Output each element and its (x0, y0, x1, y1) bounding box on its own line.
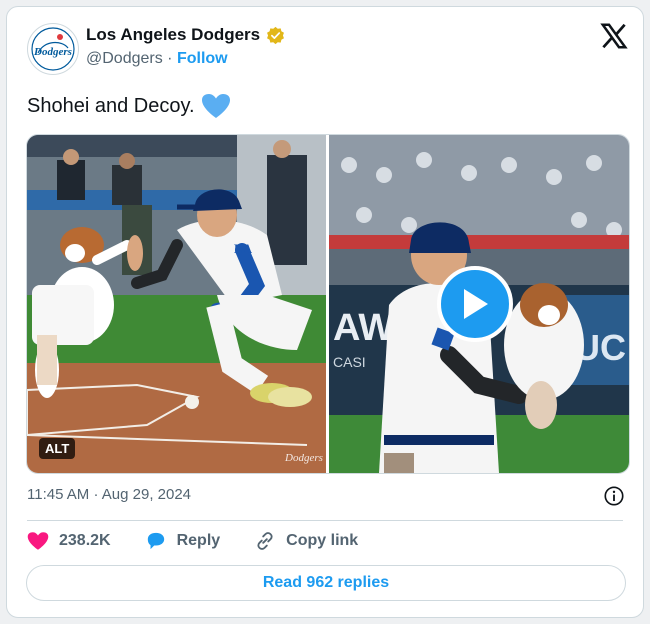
x-logo-icon[interactable] (599, 21, 629, 51)
dodgers-avatar[interactable]: Dodgers (27, 23, 79, 75)
info-icon[interactable] (603, 485, 625, 507)
read-replies-button[interactable]: Read 962 replies (26, 565, 626, 601)
account-name[interactable]: Los Angeles Dodgers (86, 25, 260, 45)
tweet-card: Dodgers Los Angeles Dodgers @Dodgers · F… (6, 6, 644, 618)
follow-button[interactable]: Follow (177, 50, 228, 67)
play-icon (464, 289, 488, 319)
photo-ohtani-high-five[interactable]: LA Dodgers ALT (27, 135, 326, 473)
alt-text-badge[interactable]: ALT (39, 438, 76, 459)
timestamp-separator: · (93, 486, 99, 503)
link-icon (257, 532, 273, 550)
tweet-date: Aug 29, 2024 (101, 486, 192, 503)
sign-text-1: AW (333, 307, 394, 349)
photo-illustration: LA Dodgers (27, 135, 326, 473)
tweet-timestamp[interactable]: 11:45 AM · Aug 29, 2024 (27, 486, 191, 503)
handle-row: @Dodgers · Follow (86, 50, 228, 68)
divider (27, 520, 623, 521)
dodgers-logo-icon: Dodgers (31, 27, 75, 71)
video-ohtani-holding-dog[interactable]: AW CASI UC (329, 135, 629, 473)
separator-dot: · (167, 50, 173, 67)
video-play-button[interactable] (437, 266, 513, 342)
sign-text-2: CASI (333, 354, 366, 370)
reply-bubble-icon (147, 532, 164, 550)
heart-icon (27, 532, 49, 550)
tweet-text-row: Shohei and Decoy. (27, 93, 231, 119)
copy-link-label: Copy link (286, 532, 359, 549)
media-grid: LA Dodgers ALT AW CASI UC (26, 134, 630, 474)
like-count: 238.2K (59, 532, 111, 549)
copy-link-button[interactable]: Copy link (254, 530, 358, 552)
reply-button[interactable]: Reply (145, 531, 221, 551)
blue-heart-icon (201, 94, 230, 118)
photo1-watermark: Dodgers (284, 452, 323, 464)
account-name-row: Los Angeles Dodgers (86, 25, 285, 45)
tweet-text: Shohei and Decoy. (27, 94, 195, 117)
like-button[interactable]: 238.2K (27, 531, 111, 551)
jersey-letters: LA (234, 241, 253, 256)
avatar-logo-text: Dodgers (33, 46, 72, 58)
verified-badge-icon (267, 26, 285, 44)
reply-label: Reply (176, 532, 221, 549)
action-bar: 238.2K Reply Copy link (27, 528, 358, 554)
tweet-time: 11:45 AM (27, 486, 90, 503)
account-handle[interactable]: @Dodgers (86, 50, 163, 67)
